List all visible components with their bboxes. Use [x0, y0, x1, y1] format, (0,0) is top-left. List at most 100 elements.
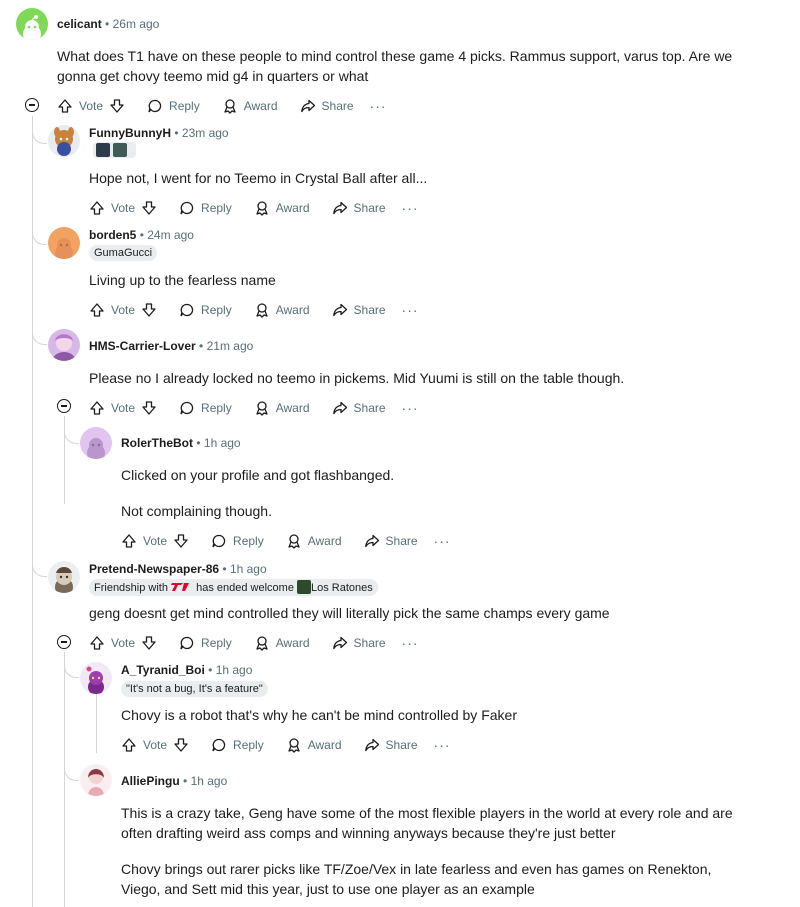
- more-options-icon[interactable]: ···: [402, 400, 419, 416]
- downvote-icon[interactable]: [173, 737, 189, 753]
- vote-group: Vote: [57, 98, 125, 114]
- upvote-icon[interactable]: [89, 635, 105, 651]
- user-flair: GumaGucci: [89, 245, 158, 261]
- timestamp[interactable]: 23m ago: [182, 126, 229, 140]
- comment-actions: Vote Reply Award Share ···: [121, 531, 451, 551]
- vote-group: Vote: [89, 400, 157, 416]
- vote-label: Vote: [143, 738, 168, 752]
- more-options-icon[interactable]: ···: [402, 302, 419, 318]
- reply-button[interactable]: Reply: [211, 737, 264, 753]
- share-button[interactable]: Share: [332, 302, 386, 318]
- snoo-avatar-icon: [87, 438, 105, 459]
- downvote-icon[interactable]: [141, 200, 157, 216]
- share-icon: [364, 738, 379, 752]
- comment-line: Please no I already locked no teemo in p…: [89, 370, 625, 386]
- avatar[interactable]: [80, 662, 112, 694]
- username[interactable]: HMS-Carrier-Lover: [89, 339, 196, 353]
- reply-button[interactable]: Reply: [179, 302, 232, 318]
- downvote-icon[interactable]: [141, 302, 157, 318]
- award-icon: [224, 99, 236, 114]
- award-button[interactable]: Award: [254, 200, 310, 216]
- award-button[interactable]: Award: [286, 533, 342, 549]
- reply-button[interactable]: Reply: [147, 98, 200, 114]
- downvote-icon[interactable]: [173, 533, 189, 549]
- comment-body: Clicked on your profile and got flashban…: [121, 465, 394, 521]
- award-button[interactable]: Award: [222, 98, 278, 114]
- reply-button[interactable]: Reply: [179, 635, 232, 651]
- share-icon: [300, 99, 315, 113]
- comment-actions: Vote Reply Award Share ···: [89, 300, 419, 320]
- avatar[interactable]: [48, 561, 80, 593]
- timestamp[interactable]: 24m ago: [147, 228, 194, 242]
- upvote-icon[interactable]: [89, 302, 105, 318]
- avatar[interactable]: [80, 427, 112, 459]
- award-button[interactable]: Award: [254, 302, 310, 318]
- thread-elbow: [32, 230, 47, 245]
- more-options-icon[interactable]: ···: [402, 635, 419, 651]
- more-options-icon[interactable]: ···: [402, 200, 419, 216]
- username[interactable]: RolerTheBot: [121, 436, 193, 450]
- comment-body: What does T1 have on these people to min…: [57, 46, 732, 86]
- upvote-icon[interactable]: [89, 400, 105, 416]
- vote-group: Vote: [89, 635, 157, 651]
- upvote-icon[interactable]: [121, 533, 137, 549]
- username[interactable]: AlliePingu: [121, 774, 180, 788]
- share-button[interactable]: Share: [332, 400, 386, 416]
- award-button[interactable]: Award: [254, 635, 310, 651]
- upvote-icon[interactable]: [121, 737, 137, 753]
- vote-label: Vote: [111, 201, 136, 215]
- downvote-icon[interactable]: [109, 98, 125, 114]
- reply-icon: [180, 636, 194, 650]
- timestamp[interactable]: 26m ago: [113, 17, 160, 31]
- comment-line: Clicked on your profile and got flashban…: [121, 467, 395, 483]
- timestamp[interactable]: 1h ago: [204, 436, 241, 450]
- username[interactable]: borden5: [89, 228, 136, 242]
- collapse-thread-button[interactable]: [57, 635, 71, 649]
- username[interactable]: A_Tyranid_Boi: [121, 663, 205, 677]
- avatar[interactable]: [80, 764, 112, 796]
- thread-line-tyranid[interactable]: [96, 693, 97, 753]
- avatar[interactable]: [48, 227, 80, 259]
- comment-meta: A_Tyranid_Boi • 1h ago: [121, 663, 253, 677]
- collapse-thread-button[interactable]: [57, 399, 71, 413]
- upvote-icon[interactable]: [57, 98, 73, 114]
- share-button[interactable]: Share: [332, 635, 386, 651]
- share-button[interactable]: Share: [364, 533, 418, 549]
- downvote-icon[interactable]: [141, 635, 157, 651]
- reply-icon: [212, 738, 226, 752]
- award-button[interactable]: Award: [254, 400, 310, 416]
- username[interactable]: FunnyBunnyH: [89, 126, 171, 140]
- username[interactable]: Pretend-Newspaper-86: [89, 562, 219, 576]
- avatar[interactable]: [48, 329, 80, 361]
- comment-actions: Vote Reply Award Share ···: [121, 735, 451, 755]
- thread-line-pretend[interactable]: [64, 652, 65, 907]
- avatar[interactable]: [16, 8, 48, 40]
- downvote-icon[interactable]: [141, 400, 157, 416]
- vote-group: Vote: [121, 533, 189, 549]
- award-button[interactable]: Award: [286, 737, 342, 753]
- avatar[interactable]: [48, 125, 80, 157]
- more-options-icon[interactable]: ···: [434, 533, 451, 549]
- comment-body: geng doesnt get mind controlled they wil…: [89, 603, 610, 623]
- reply-button[interactable]: Reply: [179, 400, 232, 416]
- comment-line: Not complaining though.: [121, 503, 272, 519]
- share-button[interactable]: Share: [332, 200, 386, 216]
- more-options-icon[interactable]: ···: [370, 98, 387, 114]
- snoo-avatar-icon: [54, 127, 74, 156]
- timestamp[interactable]: 1h ago: [191, 774, 228, 788]
- reply-button[interactable]: Reply: [179, 200, 232, 216]
- timestamp[interactable]: 21m ago: [207, 339, 254, 353]
- reply-button[interactable]: Reply: [211, 533, 264, 549]
- share-button[interactable]: Share: [300, 98, 354, 114]
- comment-body: Chovy is a robot that's why he can't be …: [121, 705, 517, 725]
- upvote-icon[interactable]: [89, 200, 105, 216]
- timestamp[interactable]: 1h ago: [216, 663, 253, 677]
- comment-meta: Pretend-Newspaper-86 • 1h ago: [89, 562, 267, 576]
- timestamp[interactable]: 1h ago: [230, 562, 267, 576]
- share-button[interactable]: Share: [364, 737, 418, 753]
- comment-line: Viego, and Sett mid this year, just to u…: [121, 881, 535, 897]
- profile-picture-icon: [52, 334, 76, 361]
- more-options-icon[interactable]: ···: [434, 737, 451, 753]
- username[interactable]: celicant: [57, 17, 102, 31]
- collapse-thread-button[interactable]: [25, 98, 39, 112]
